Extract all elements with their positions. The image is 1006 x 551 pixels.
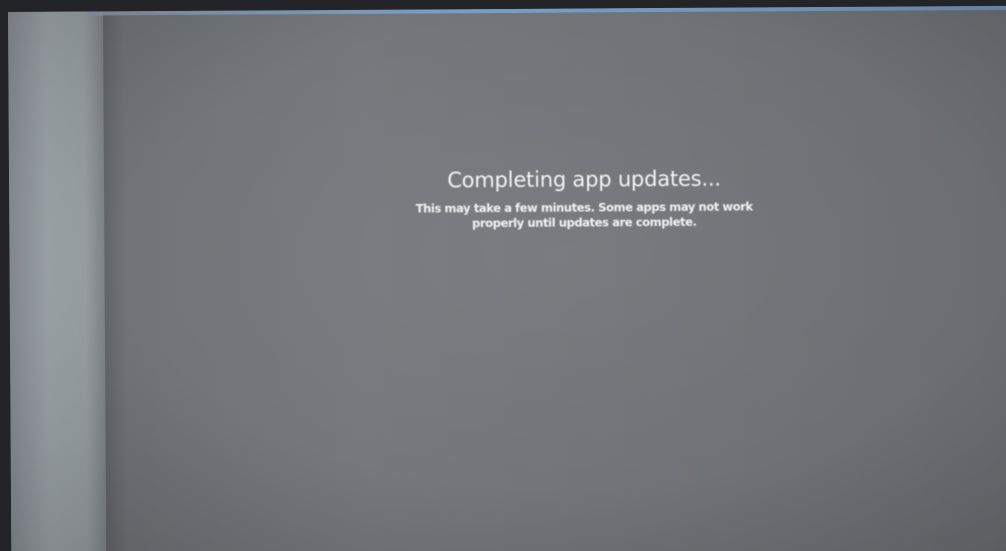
left-bezel-shadow bbox=[102, 11, 129, 551]
update-description-line-2: properly until updates are complete. bbox=[472, 214, 697, 231]
left-bezel-glare bbox=[8, 11, 107, 551]
monitor-photo: Completing app updates... This may take … bbox=[0, 0, 1006, 551]
update-message: Completing app updates... This may take … bbox=[364, 165, 804, 232]
screen-vignette bbox=[8, 5, 1006, 551]
update-description: This may take a few minutes. Some apps m… bbox=[364, 199, 804, 232]
update-description-line-1: This may take a few minutes. Some apps m… bbox=[415, 199, 753, 216]
monitor-screen: Completing app updates... This may take … bbox=[8, 5, 1006, 551]
update-title: Completing app updates... bbox=[447, 166, 721, 193]
screen-top-edge bbox=[87, 5, 1006, 16]
